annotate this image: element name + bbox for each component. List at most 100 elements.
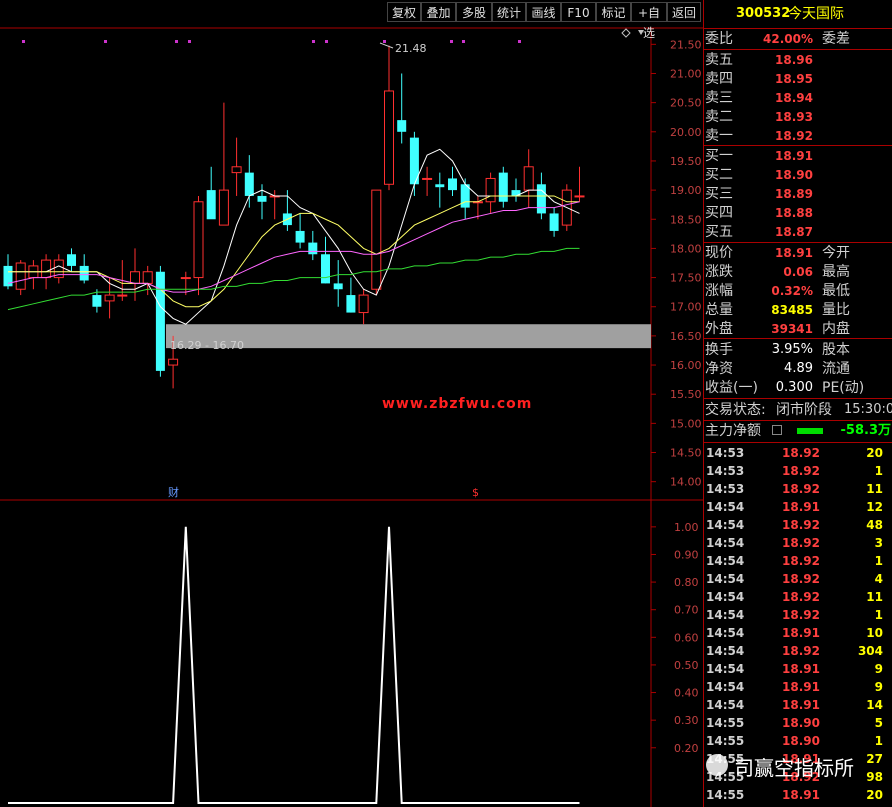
candle-body — [485, 177, 496, 203]
tick-volume: 12 — [866, 500, 883, 514]
trade-status-label: 交易状态: — [705, 402, 766, 418]
y-tick-label: 21.50 — [670, 38, 702, 51]
stat-value: 4.89 — [784, 361, 813, 376]
quote-label: 现价 — [705, 245, 733, 261]
candle-body — [346, 295, 356, 313]
stat-row: 净资 4.89 流通 — [704, 360, 892, 378]
y-tick-label: 15.00 — [670, 417, 702, 430]
stat-row: 换手 3.95% 股本 — [704, 341, 892, 359]
quote-label2: 最低 — [822, 283, 850, 299]
kline-chart[interactable]: 21.50 21.00 20.50 20.00 19.50 19.00 18.50 18.00… — [0, 0, 703, 807]
buy-label: 买二 — [705, 167, 733, 183]
toolbar-button-2[interactable]: 多股 — [456, 2, 492, 22]
tick-price: 18.91 — [782, 500, 820, 514]
tick-price: 18.90 — [782, 734, 820, 748]
toolbar-button-4[interactable]: 画线 — [526, 2, 561, 22]
candle — [193, 195, 204, 296]
candle-body — [218, 189, 229, 226]
tick-row: 14:54 18.91 9 — [704, 660, 892, 678]
tick-price: 18.92 — [782, 482, 820, 496]
tick-time: 14:54 — [706, 572, 745, 586]
signal-dot — [104, 40, 107, 43]
stat-label2: PE(动) — [822, 380, 865, 396]
chart-area[interactable]: 21.50 21.00 20.50 20.00 19.50 19.00 18.50 18.00… — [0, 0, 703, 807]
tick-time: 14:54 — [706, 680, 745, 694]
candle-body — [422, 177, 433, 180]
quote-value: 18.91 — [775, 246, 813, 260]
tick-row: 14:54 18.92 1 — [704, 606, 892, 624]
toolbar-button-1[interactable]: 叠加 — [421, 2, 456, 22]
tick-volume: 1 — [874, 554, 883, 568]
candle-body — [384, 90, 394, 185]
tick-volume: 3 — [874, 536, 883, 550]
candle — [333, 260, 343, 307]
buy-price: 18.91 — [775, 149, 813, 163]
tick-price: 18.92 — [782, 536, 820, 550]
tick-price: 18.90 — [782, 716, 820, 730]
toolbar-button-7[interactable]: +自选 — [631, 2, 667, 40]
tick-price: 18.92 — [782, 644, 820, 658]
y-tick-label: 14.00 — [670, 476, 702, 489]
ind-tick-label: 0.40 — [674, 687, 699, 700]
quote-panel: 300532 今天国际 委比 42.00% 委差 卖五 18.96 卖四 18.95 卖… — [703, 0, 892, 807]
tick-row: 14:55 18.90 5 — [704, 714, 892, 732]
signal-dot — [518, 40, 521, 43]
quote-row: 总量 83485 量比 — [704, 301, 892, 319]
tick-volume: 10 — [866, 626, 883, 640]
candle-body — [308, 242, 318, 255]
buy-label: 买三 — [705, 186, 733, 202]
ind-tick-label: 0.20 — [674, 742, 699, 755]
toolbar-button-0[interactable]: 复权 — [387, 2, 421, 22]
tick-time: 14:54 — [706, 536, 745, 550]
tick-volume: 9 — [874, 680, 883, 694]
candle-body — [448, 178, 457, 191]
buy-price: 18.88 — [775, 206, 813, 220]
candle — [231, 137, 242, 196]
main-flow-icon[interactable] — [772, 425, 782, 435]
y-tick-label: 15.50 — [670, 388, 702, 401]
toolbar-button-3[interactable]: 统计 — [492, 2, 526, 22]
quote-row: 现价 18.91 今开 — [704, 244, 892, 262]
candle — [485, 172, 496, 214]
quote-value: 83485 — [771, 303, 813, 317]
sell-row: 卖三 18.94 — [704, 89, 892, 107]
tick-time: 14:54 — [706, 554, 745, 568]
fundamental-marker[interactable]: 财 — [168, 485, 179, 499]
tick-price: 18.92 — [782, 608, 820, 622]
buy-label: 买五 — [705, 224, 733, 240]
tick-time: 14:54 — [706, 626, 745, 640]
candle-body — [79, 265, 89, 281]
quote-label: 外盘 — [705, 321, 733, 337]
buy-row: 买一 18.91 — [704, 147, 892, 165]
candle — [295, 213, 305, 249]
sell-price: 18.92 — [775, 129, 813, 143]
signal-dot — [462, 40, 465, 43]
dollar-marker[interactable]: $ — [472, 486, 479, 499]
toolbar-button-6[interactable]: 标记 — [596, 2, 631, 22]
toolbar-button-5[interactable]: F10 — [561, 2, 596, 22]
signal-dot — [383, 40, 386, 43]
candle — [397, 73, 407, 144]
candle — [155, 265, 165, 377]
tick-time: 14:55 — [706, 716, 745, 730]
buy-row: 买四 18.88 — [704, 204, 892, 222]
tick-row: 14:54 18.92 3 — [704, 534, 892, 552]
stock-name: 今天国际 — [788, 6, 844, 22]
candle-body — [130, 271, 140, 284]
candle — [422, 166, 433, 196]
candle-body — [231, 166, 242, 174]
tick-price: 18.92 — [782, 590, 820, 604]
indicator-line — [8, 526, 580, 804]
tick-volume: 4 — [874, 572, 883, 586]
signal-dot — [175, 40, 178, 43]
ind-tick-label: 0.60 — [674, 631, 699, 644]
candle-body — [67, 254, 76, 266]
quote-label2: 今开 — [822, 245, 850, 261]
ind-tick-label: 0.30 — [674, 714, 699, 727]
candle — [244, 155, 254, 208]
tick-time: 14:54 — [706, 662, 745, 676]
toolbar-button-8[interactable]: 返回 — [667, 2, 701, 22]
buy-price: 18.90 — [775, 168, 813, 182]
y-tick-label: 16.50 — [670, 330, 702, 343]
sell-label: 卖一 — [705, 128, 733, 144]
